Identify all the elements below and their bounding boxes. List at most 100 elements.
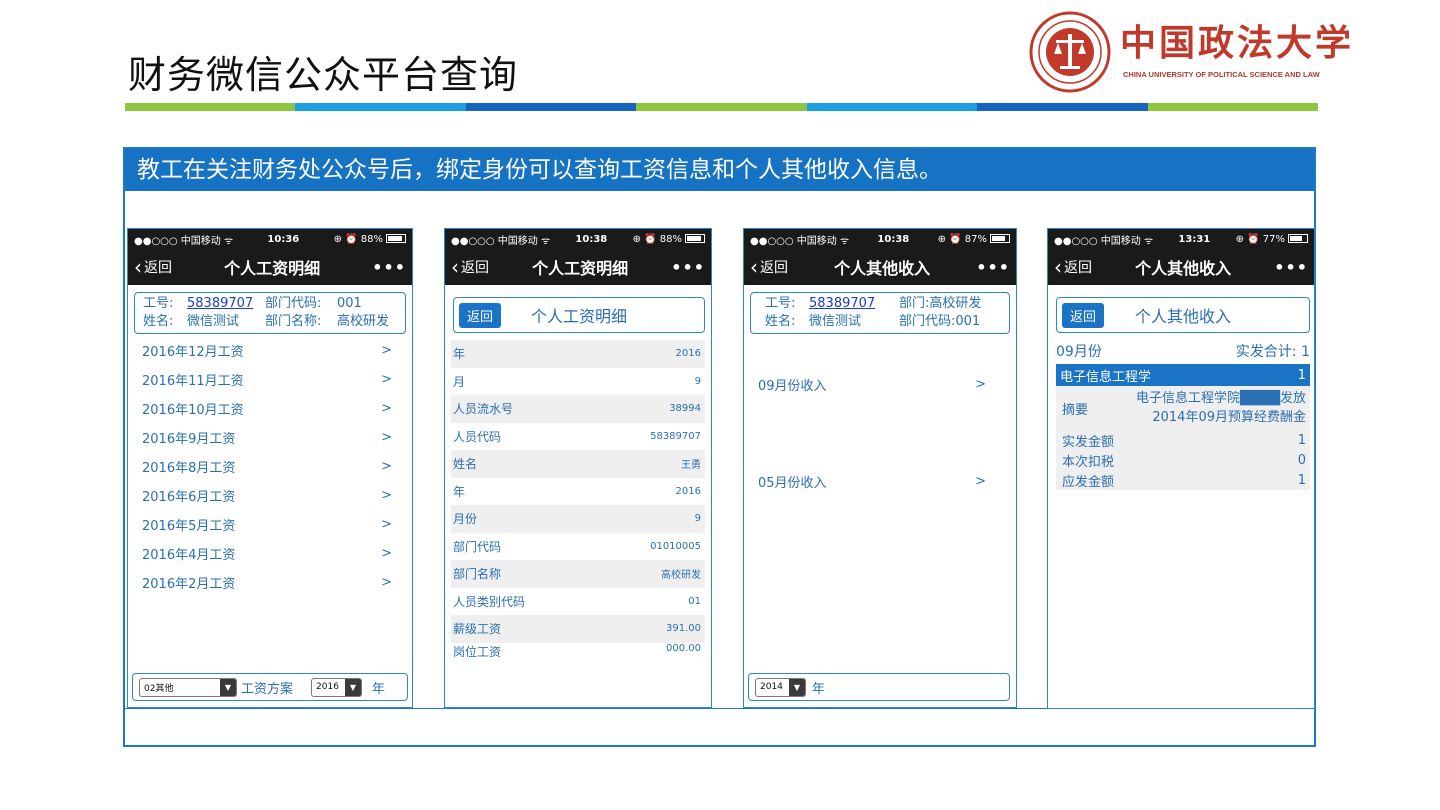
back-button[interactable]: ‹ 返回 [451,257,489,277]
list-item[interactable]: 2016年2月工资 > [136,568,404,597]
more-icon[interactable]: ••• [671,258,705,277]
scheme-select[interactable]: 02其他 ▼ [139,677,237,697]
nav-bar: ‹ 返回 个人其他收入 ••• [1048,249,1314,285]
chevron-right-icon: > [381,459,392,474]
color-stripe [125,103,1318,111]
dept-label: 部门: [899,296,930,311]
battery-status: ⊕ ⏰ 87% [938,234,1010,245]
month-summary: 09月份 实发合计: 1 [1056,341,1310,361]
id-value[interactable]: 58389707 [809,295,899,313]
battery-icon [385,234,406,243]
stripe-seg [125,103,296,111]
stripe-seg [977,103,1148,111]
table-row: 月份 9 [451,505,705,533]
dropdown-arrow-icon: ▼ [344,678,361,696]
list-item[interactable]: 09月份收入 > [752,370,1008,399]
stripe-seg [636,103,807,111]
phone-salary-list: ●●○○○ 中国移动 ᯤ 10:36 ⊕ ⏰ 88% ‹ 返回 个人工资明细 ••… [127,228,413,708]
list-item[interactable]: 2016年4月工资 > [136,539,404,568]
dept-value: 高校研发 [929,296,982,311]
table-row: 月9 [453,374,701,389]
chevron-right-icon: > [381,575,392,590]
filter-bar: 02其他 ▼ 工资方案 2016 ▼ 年 [132,673,408,701]
dept-name-value: 高校研发 [337,314,390,329]
back-button[interactable]: ‹ 返回 [1054,257,1092,277]
clock: 10:36 [267,233,300,245]
chevron-right-icon: > [381,517,392,532]
dept-code-value: 001 [955,314,981,329]
list-item[interactable]: 2016年11月工资 > [136,365,404,394]
chevron-right-icon: > [381,488,392,503]
table-row: 年 2016 [453,484,701,499]
phone-salary-detail: ●●○○○ 中国移动 ᯤ 10:38 ⊕ ⏰ 88% ‹ 返回 个人工资明细 ••… [444,228,712,708]
more-icon[interactable]: ••• [976,258,1010,277]
list-item[interactable]: 2016年12月工资 > [136,336,404,365]
name-label: 姓名: [765,314,796,329]
dropdown-arrow-icon: ▼ [788,678,805,696]
year-select[interactable]: 2014 ▼ [755,677,806,697]
table-row: 实发金额 1 [1062,432,1306,450]
month-label: 09月份 [1056,344,1102,360]
total-amount: 实发合计: 1 [1235,344,1310,360]
return-button[interactable]: 返回 [459,302,502,328]
battery-status: ⊕ ⏰ 88% [334,234,406,245]
more-icon[interactable]: ••• [372,258,406,277]
table-row: 应发金额 1 [1062,472,1306,490]
page-header: 返回 个人其他收入 [1056,297,1310,333]
table-row: 人员类别代码 01 [453,594,701,609]
nav-bar: ‹ 返回 个人工资明细 ••• [128,249,412,285]
carrier: ●●○○○ 中国移动 ᯤ [750,235,850,247]
user-info-box: 工号: 58389707 部门代码: 001 姓名: 微信测试 部门名称: 高校… [134,292,406,334]
table-row: 本次扣税 0 [1062,452,1306,470]
table-row: 部门代码 01010005 [453,539,701,554]
chevron-right-icon: > [381,430,392,445]
back-button[interactable]: ‹ 返回 [750,257,788,277]
logo-subtitle: CHINA UNIVERSITY OF POLITICAL SCIENCE AN… [1123,70,1320,79]
carrier: ●●○○○ 中国移动 ᯤ [451,235,551,247]
table-row: 岗位工资 000.00 [453,642,701,657]
back-button[interactable]: ‹ 返回 [134,257,172,277]
clock: 13:31 [1178,233,1211,245]
year-select[interactable]: 2016 ▼ [311,677,362,697]
nav-title: 个人其他收入 [1135,259,1232,278]
name-value: 微信测试 [809,314,862,329]
nav-title: 个人工资明细 [532,259,629,278]
dept-code-value: 001 [337,296,362,311]
filter-bar: 2014 ▼ 年 [748,673,1010,701]
user-info-box: 工号: 58389707 部门: 高校研发 姓名: 微信测试 部门代码: 001 [750,292,1010,334]
table-row: 年 2016 [451,340,705,368]
stripe-seg [806,103,978,111]
chevron-right-icon: > [381,343,392,358]
list-item[interactable]: 2016年9月工资 > [136,423,404,452]
chevron-left-icon: ‹ [750,255,758,279]
list-item[interactable]: 2016年5月工资 > [136,510,404,539]
nav-bar: ‹ 返回 个人工资明细 ••• [445,249,711,285]
list-item[interactable]: 05月份收入 > [752,467,1008,496]
return-button[interactable]: 返回 [1062,302,1105,328]
list-item[interactable]: 2016年10月工资 > [136,394,404,423]
dept-code-label: 部门代码: [899,314,956,329]
table-row: 姓名 王勇 [451,450,705,478]
list-item[interactable]: 2016年8月工资 > [136,452,404,481]
income-list: 09月份收入 > 05月份收入 > [752,370,1008,496]
chevron-right-icon: > [381,546,392,561]
list-item[interactable]: 2016年6月工资 > [136,481,404,510]
dept-code-label: 部门代码: [265,296,322,311]
battery-status: ⊕ ⏰ 77% [1236,234,1308,245]
id-value[interactable]: 58389707 [187,295,265,313]
more-icon[interactable]: ••• [1274,258,1308,277]
chevron-right-icon: > [975,377,986,392]
source-bar[interactable]: 电子信息工程学 1 [1056,364,1310,386]
detail-table: 年 2016 月9 人员流水号 38994 人员代码 58389707 姓名 王勇 年2… [451,340,705,657]
id-label: 工号: [765,296,796,311]
page-header: 返回 个人工资明细 [453,297,705,333]
carrier: ●●○○○ 中国移动 ᯤ [134,235,234,247]
table-row: 摘要 电子信息工程学院████发放 2014年09月预算经费酬金 [1062,391,1306,425]
battery-status: ⊕ ⏰ 88% [633,234,705,245]
carrier: ●●○○○ 中国移动 ᯤ [1054,235,1154,247]
content-frame: 教工在关注财务处公众号后，绑定身份可以查询工资信息和个人其他收入信息。 ●●○○… [123,147,1316,747]
nav-bar: ‹ 返回 个人其他收入 ••• [744,249,1016,285]
banner-text: 教工在关注财务处公众号后，绑定身份可以查询工资信息和个人其他收入信息。 [125,149,1314,191]
nav-title: 个人其他收入 [834,259,931,278]
clock: 10:38 [877,233,910,245]
